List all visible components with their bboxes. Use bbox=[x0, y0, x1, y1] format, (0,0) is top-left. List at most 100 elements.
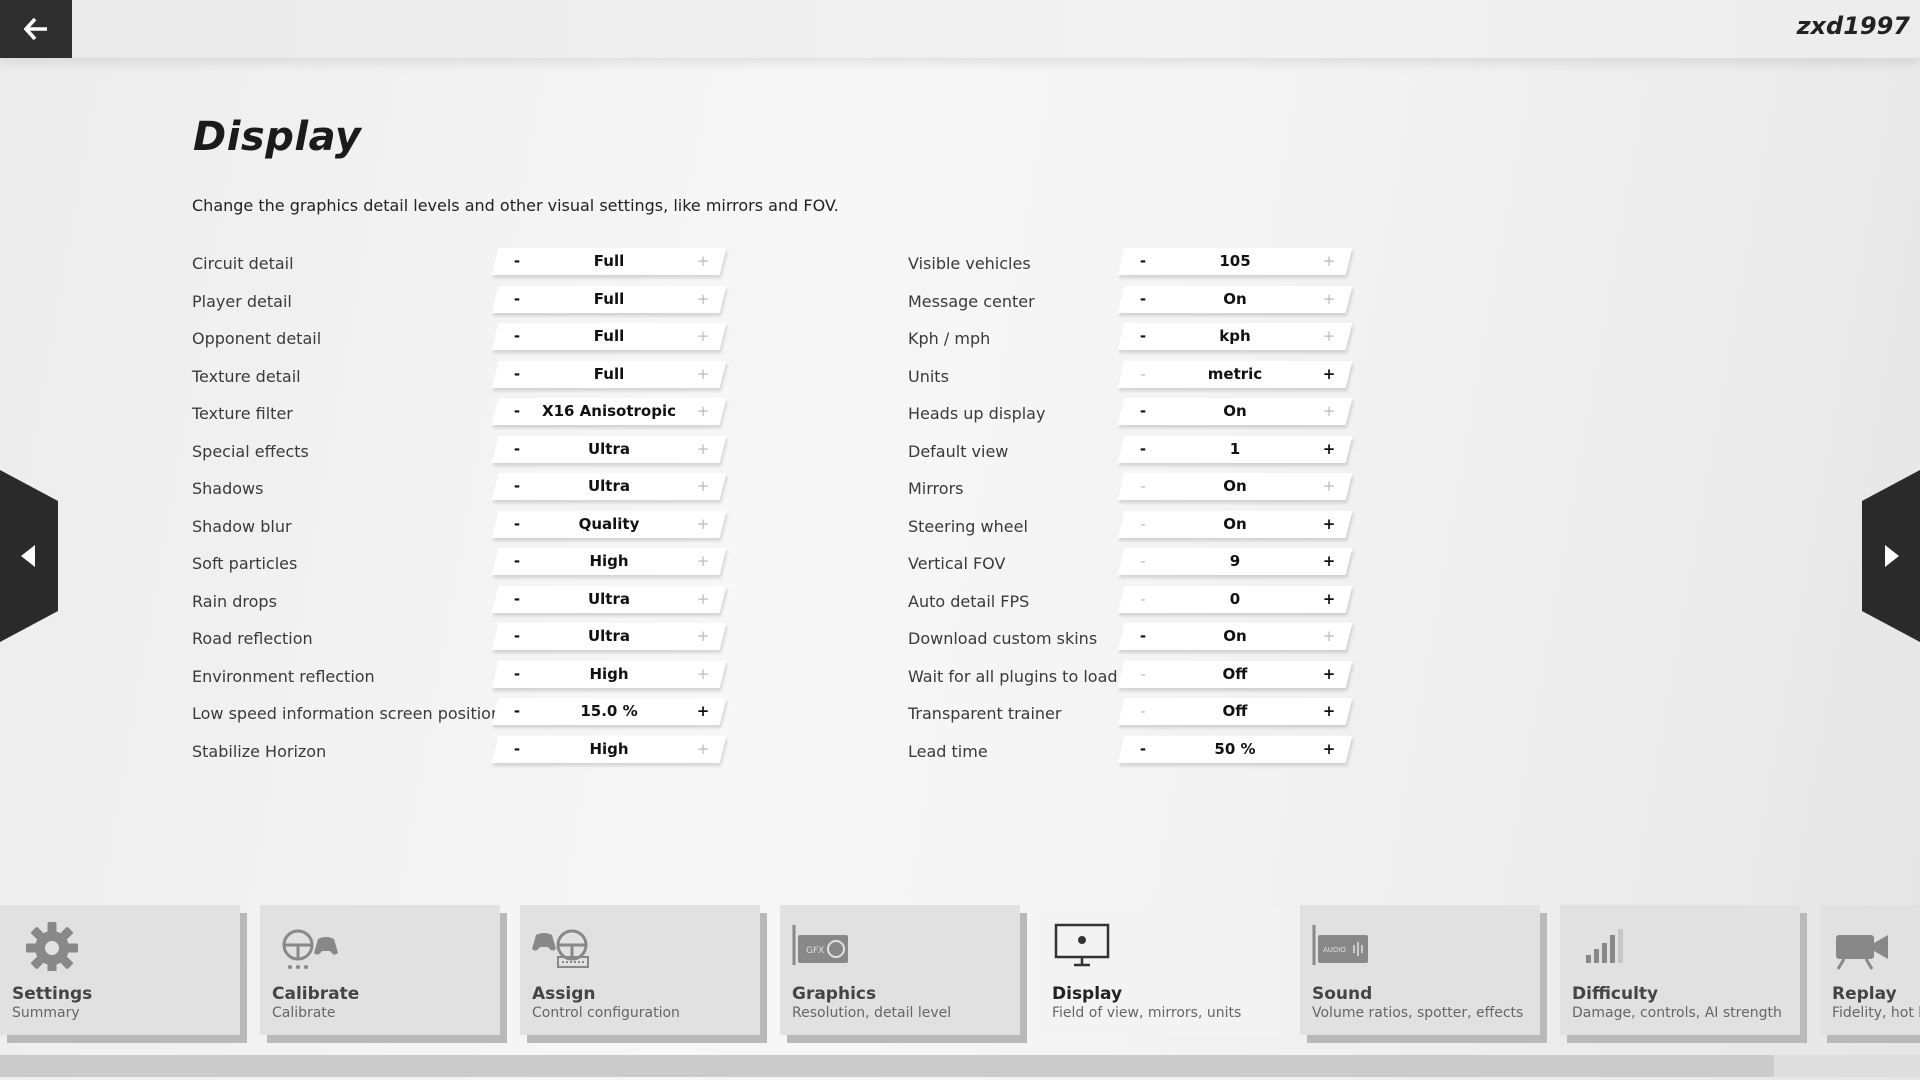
increase-button[interactable]: + bbox=[687, 286, 719, 313]
increase-button[interactable]: + bbox=[1313, 511, 1345, 538]
setting-stepper: - High + bbox=[491, 660, 727, 688]
setting-value: Full bbox=[593, 364, 625, 383]
tab-settings[interactable]: Settings Summary bbox=[0, 905, 240, 1035]
setting-value: Full bbox=[593, 327, 625, 345]
tab-replay[interactable]: Replay Fidelity, hot k bbox=[1820, 905, 1920, 1035]
setting-value: On bbox=[1223, 289, 1247, 308]
tab-calibrate[interactable]: Calibrate Calibrate bbox=[260, 905, 500, 1035]
setting-stepper: - Full + bbox=[491, 323, 727, 350]
setting-label: Low speed information screen position bbox=[192, 704, 502, 723]
increase-button[interactable]: + bbox=[687, 323, 719, 350]
setting-stepper: - 50 % + bbox=[1117, 735, 1353, 763]
setting-value: metric bbox=[1207, 364, 1263, 383]
tab-title: Graphics bbox=[792, 984, 877, 1004]
next-page-button[interactable] bbox=[1862, 470, 1920, 642]
previous-page-button[interactable] bbox=[0, 470, 58, 642]
scrollbar-thumb[interactable] bbox=[0, 1055, 1774, 1077]
increase-button[interactable]: + bbox=[687, 248, 719, 275]
decrease-button[interactable]: - bbox=[1127, 548, 1159, 575]
increase-button[interactable]: + bbox=[1313, 286, 1345, 313]
decrease-button[interactable]: - bbox=[501, 548, 533, 575]
decrease-button[interactable]: - bbox=[501, 286, 533, 313]
setting-label: Wait for all plugins to load bbox=[908, 666, 1118, 686]
decrease-button[interactable]: - bbox=[1127, 248, 1159, 275]
increase-button[interactable]: + bbox=[687, 436, 719, 463]
increase-button[interactable]: + bbox=[1313, 698, 1345, 725]
triangle-right-icon bbox=[1885, 545, 1899, 567]
decrease-button[interactable]: - bbox=[501, 398, 533, 425]
increase-button[interactable]: + bbox=[1313, 436, 1345, 463]
setting-value: 15.0 % bbox=[580, 702, 638, 720]
tab-scrollbar[interactable] bbox=[0, 1055, 1920, 1077]
decrease-button[interactable]: - bbox=[501, 248, 533, 275]
setting-value: On bbox=[1223, 477, 1247, 495]
increase-button[interactable]: + bbox=[1313, 586, 1345, 613]
setting-label: Auto detail FPS bbox=[908, 591, 1030, 611]
decrease-button[interactable]: - bbox=[1127, 436, 1159, 463]
setting-stepper: - High + bbox=[491, 548, 727, 575]
increase-button[interactable]: + bbox=[1313, 398, 1345, 425]
increase-button[interactable]: + bbox=[1313, 248, 1345, 275]
increase-button[interactable]: + bbox=[687, 623, 719, 650]
decrease-button[interactable]: - bbox=[501, 736, 533, 763]
setting-label: Mirrors bbox=[908, 479, 964, 498]
setting-value: On bbox=[1223, 514, 1247, 533]
increase-button[interactable]: + bbox=[687, 736, 719, 763]
decrease-button[interactable]: - bbox=[1127, 398, 1159, 425]
decrease-button[interactable]: - bbox=[501, 661, 533, 688]
decrease-button[interactable]: - bbox=[1127, 661, 1159, 688]
steering-gamepad-icon bbox=[282, 929, 338, 969]
tab-assign[interactable]: Assign Control configuration bbox=[520, 905, 760, 1035]
increase-button[interactable]: + bbox=[1313, 623, 1345, 650]
increase-button[interactable]: + bbox=[1313, 473, 1345, 500]
decrease-button[interactable]: - bbox=[501, 511, 533, 538]
tab-subtitle: Volume ratios, spotter, effects bbox=[1312, 1005, 1524, 1021]
decrease-button[interactable]: - bbox=[1127, 361, 1159, 388]
decrease-button[interactable]: - bbox=[501, 623, 533, 650]
decrease-button[interactable]: - bbox=[1127, 698, 1159, 725]
back-button[interactable] bbox=[0, 0, 72, 58]
setting-label: Environment reflection bbox=[192, 666, 375, 686]
setting-value: 9 bbox=[1229, 552, 1241, 570]
increase-button[interactable]: + bbox=[687, 548, 719, 575]
decrease-button[interactable]: - bbox=[1127, 511, 1159, 538]
increase-button[interactable]: + bbox=[687, 698, 719, 725]
decrease-button[interactable]: - bbox=[501, 436, 533, 463]
setting-stepper: - Full + bbox=[491, 285, 727, 313]
decrease-button[interactable]: - bbox=[501, 698, 533, 725]
tab-graphics[interactable]: GFX Graphics Resolution, detail level bbox=[780, 905, 1020, 1035]
increase-button[interactable]: + bbox=[687, 473, 719, 500]
increase-button[interactable]: + bbox=[1313, 661, 1345, 688]
monitor-icon bbox=[1054, 923, 1110, 967]
decrease-button[interactable]: - bbox=[501, 473, 533, 500]
tab-display[interactable]: Display Field of view, mirrors, units bbox=[1040, 905, 1280, 1035]
increase-button[interactable]: + bbox=[687, 586, 719, 613]
decrease-button[interactable]: - bbox=[1127, 323, 1159, 350]
increase-button[interactable]: + bbox=[687, 661, 719, 688]
increase-button[interactable]: + bbox=[687, 361, 719, 388]
increase-button[interactable]: + bbox=[1313, 323, 1345, 350]
decrease-button[interactable]: - bbox=[501, 323, 533, 350]
increase-button[interactable]: + bbox=[1313, 548, 1345, 575]
decrease-button[interactable]: - bbox=[1127, 736, 1159, 763]
increase-button[interactable]: + bbox=[687, 511, 719, 538]
setting-value: Full bbox=[593, 289, 625, 308]
sound-card-icon: AUDIO bbox=[1312, 925, 1368, 965]
camera-icon bbox=[1836, 935, 1888, 970]
decrease-button[interactable]: - bbox=[501, 586, 533, 613]
setting-stepper: - Off + bbox=[1117, 698, 1353, 725]
increase-button[interactable]: + bbox=[687, 398, 719, 425]
decrease-button[interactable]: - bbox=[1127, 286, 1159, 313]
decrease-button[interactable]: - bbox=[1127, 586, 1159, 613]
increase-button[interactable]: + bbox=[1313, 736, 1345, 763]
setting-value: 105 bbox=[1219, 252, 1251, 270]
decrease-button[interactable]: - bbox=[1127, 473, 1159, 500]
tab-difficulty[interactable]: Difficulty Damage, controls, AI strength bbox=[1560, 905, 1800, 1035]
setting-stepper: - On + bbox=[1117, 510, 1353, 538]
decrease-button[interactable]: - bbox=[501, 361, 533, 388]
tab-title: Settings bbox=[12, 984, 93, 1004]
decrease-button[interactable]: - bbox=[1127, 623, 1159, 650]
increase-button[interactable]: + bbox=[1313, 361, 1345, 388]
tab-title: Sound bbox=[1312, 984, 1373, 1004]
tab-sound[interactable]: AUDIO Sound Volume ratios, spotter, effe… bbox=[1300, 905, 1540, 1035]
